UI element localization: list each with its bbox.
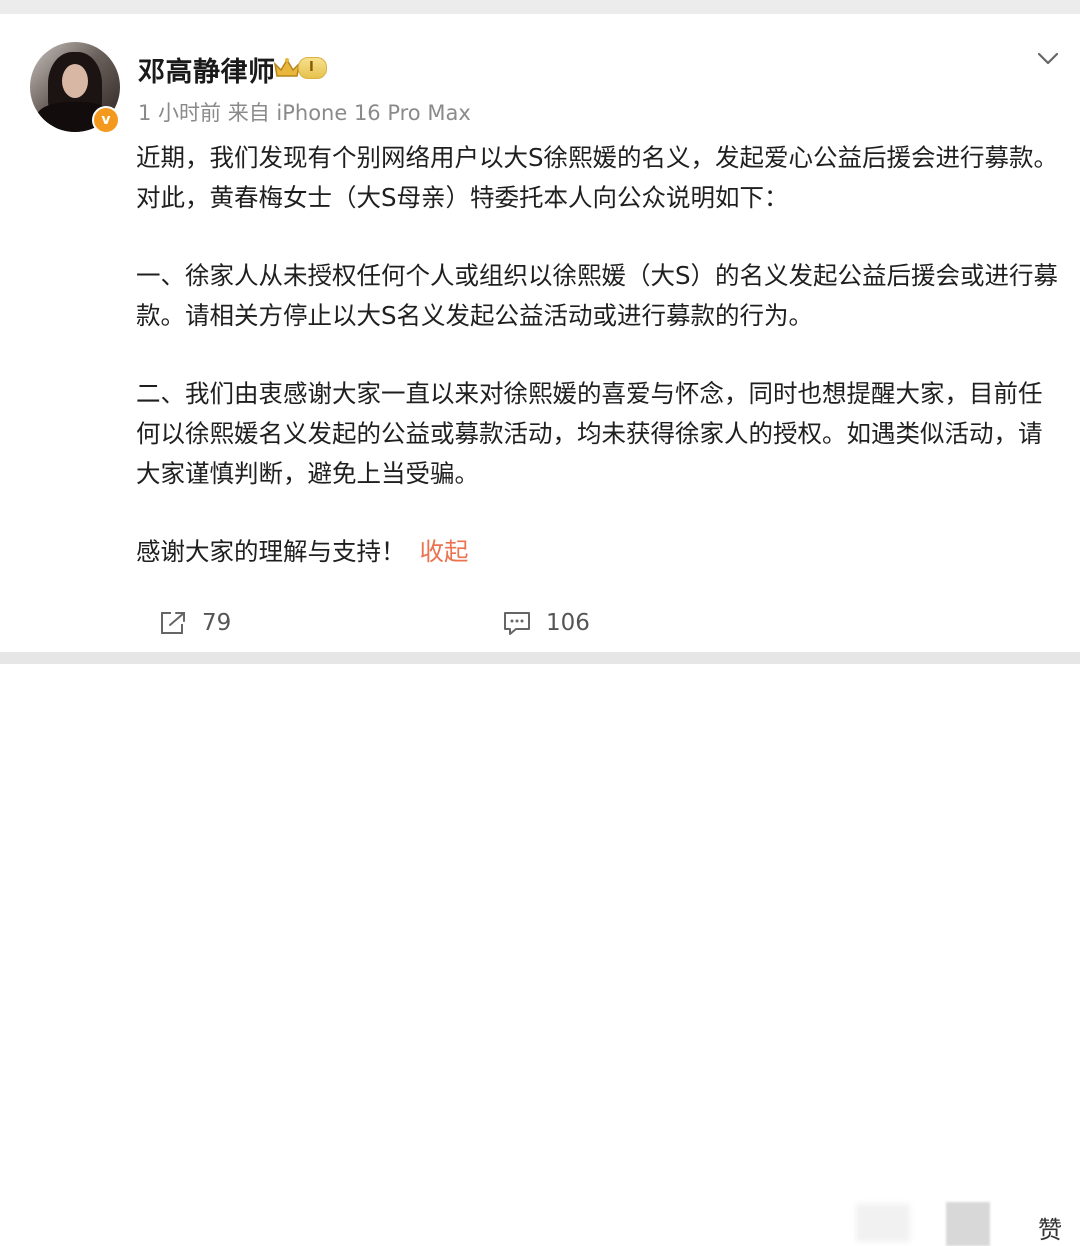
chevron-down-icon[interactable]: [1034, 44, 1062, 72]
author-name[interactable]: 邓高静律师: [138, 50, 276, 89]
post-meta: 1 小时前 来自 iPhone 16 Pro Max: [138, 101, 471, 125]
post-paragraph: 近期，我们发现有个别网络用户以大S徐熙媛的名义，发起爱心公益后援会进行募款。对此…: [136, 143, 1059, 212]
bottom-strip: [0, 652, 1080, 664]
comment-count: 106: [546, 610, 590, 636]
repost-icon: [161, 612, 185, 634]
repost-count: 79: [202, 610, 232, 636]
collapse-link[interactable]: 收起: [420, 537, 469, 566]
post-paragraph-closing: 感谢大家的理解与支持！ 收起: [136, 532, 1066, 572]
blurred-area: [856, 1204, 910, 1242]
level-badge-label: I: [298, 57, 327, 79]
level-badge[interactable]: I: [272, 54, 327, 82]
avatar[interactable]: v: [30, 42, 120, 134]
post-paragraph: 一、徐家人从未授权任何个人或组织以徐熙媛（大S）的名义发起公益后援会或进行募款。…: [136, 261, 1059, 330]
top-strip: [0, 0, 1080, 14]
comment-icon: [504, 612, 530, 635]
post-body: 近期，我们发现有个别网络用户以大S徐熙媛的名义，发起爱心公益后援会进行募款。对此…: [136, 138, 1066, 572]
post-paragraph: 二、我们由衷感谢大家一直以来对徐熙媛的喜爱与怀念，同时也想提醒大家，目前任何以徐…: [136, 379, 1043, 488]
verified-badge-icon: v: [92, 106, 120, 134]
partial-like-glyph: 赞: [1038, 1216, 1062, 1244]
repost-button[interactable]: 79: [158, 600, 231, 646]
comment-button[interactable]: 106: [502, 600, 590, 646]
action-bar: 79 106 赞: [0, 600, 1080, 1246]
like-button-blurred[interactable]: [946, 1202, 990, 1246]
closing-text: 感谢大家的理解与支持！: [136, 537, 406, 566]
